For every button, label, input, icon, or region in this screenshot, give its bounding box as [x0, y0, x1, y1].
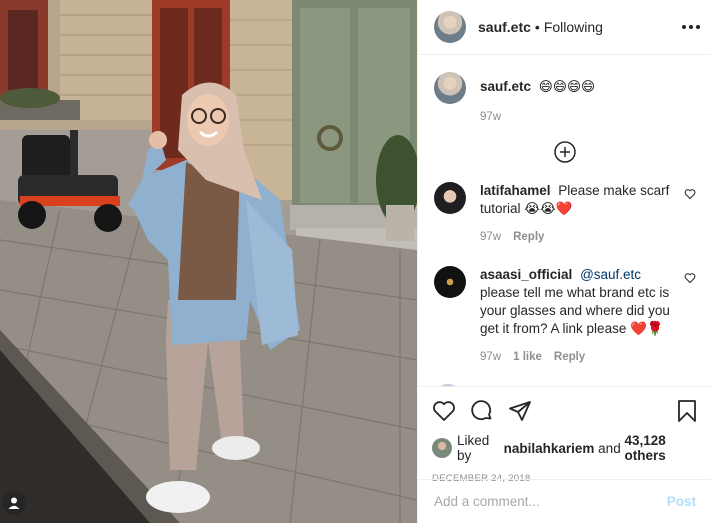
comment-time[interactable]: 97w	[480, 228, 501, 246]
more-horizontal-icon[interactable]	[679, 15, 703, 39]
caption-username[interactable]: sauf.etc	[480, 79, 531, 94]
instagram-post: sauf.etc • Following sauf.etc 😄😄😄😄 97w l…	[0, 0, 711, 523]
comment-username[interactable]: asaasi_official	[480, 267, 572, 282]
likes-summary[interactable]: Liked by nabilahkariem and 43,128 others	[432, 433, 698, 463]
comment-likes-count[interactable]: 1 like	[513, 348, 542, 366]
caption-time[interactable]: 97w	[480, 108, 501, 126]
post-side-panel: sauf.etc • Following sauf.etc 😄😄😄😄 97w l…	[417, 0, 711, 523]
likes-and: and	[598, 440, 621, 456]
liker-avatar[interactable]	[432, 438, 452, 458]
action-icons	[432, 397, 698, 425]
comment-like-heart-icon[interactable]	[684, 272, 696, 284]
likes-count[interactable]: 43,128 others	[624, 433, 698, 463]
comments-list[interactable]: sauf.etc 😄😄😄😄 97w latifahamel Please mak…	[418, 56, 711, 386]
likes-prefix: Liked by	[457, 433, 490, 463]
header-separator: •	[534, 19, 540, 35]
commenter-avatar[interactable]	[434, 182, 466, 214]
photo-illustration	[0, 0, 417, 523]
comment-item: asaasi_official @sauf.etc please tell me…	[434, 266, 696, 366]
post-comment-button[interactable]: Post	[667, 494, 696, 509]
post-actions: Liked by nabilahkariem and 43,128 others…	[418, 386, 711, 484]
plus-circle-icon[interactable]	[553, 140, 577, 164]
following-button[interactable]: Following	[544, 19, 603, 35]
comment-item: latifahamel Please make scarf tutorial 😭…	[434, 182, 696, 246]
comment-username[interactable]: latifahamel	[480, 183, 551, 198]
reply-button[interactable]: Reply	[513, 228, 544, 246]
comment-like-heart-icon[interactable]	[684, 188, 696, 200]
comment-text: please tell me what brand etc is your gl…	[480, 285, 670, 336]
post-header: sauf.etc • Following	[418, 0, 711, 55]
bookmark-icon[interactable]	[676, 399, 698, 423]
comment-mention[interactable]: @sauf.etc	[580, 267, 641, 282]
commenter-avatar[interactable]	[434, 266, 466, 298]
author-avatar[interactable]	[434, 11, 466, 43]
paper-plane-icon[interactable]	[508, 399, 532, 423]
post-caption: sauf.etc 😄😄😄😄 97w	[434, 72, 696, 126]
add-comment-bar: Post	[418, 479, 711, 523]
user-tag-icon[interactable]	[2, 491, 26, 515]
reply-button[interactable]: Reply	[554, 348, 585, 366]
post-photo[interactable]	[0, 0, 417, 523]
comment-bubble-icon[interactable]	[470, 399, 494, 423]
author-username[interactable]: sauf.etc	[478, 19, 531, 35]
caption-avatar[interactable]	[434, 72, 466, 104]
comment-time[interactable]: 97w	[480, 348, 501, 366]
heart-icon[interactable]	[432, 399, 456, 423]
load-more-comments[interactable]	[434, 140, 696, 164]
comment-input[interactable]	[434, 494, 667, 509]
caption-text: 😄😄😄😄	[538, 79, 596, 94]
liker-username[interactable]: nabilahkariem	[504, 441, 595, 456]
